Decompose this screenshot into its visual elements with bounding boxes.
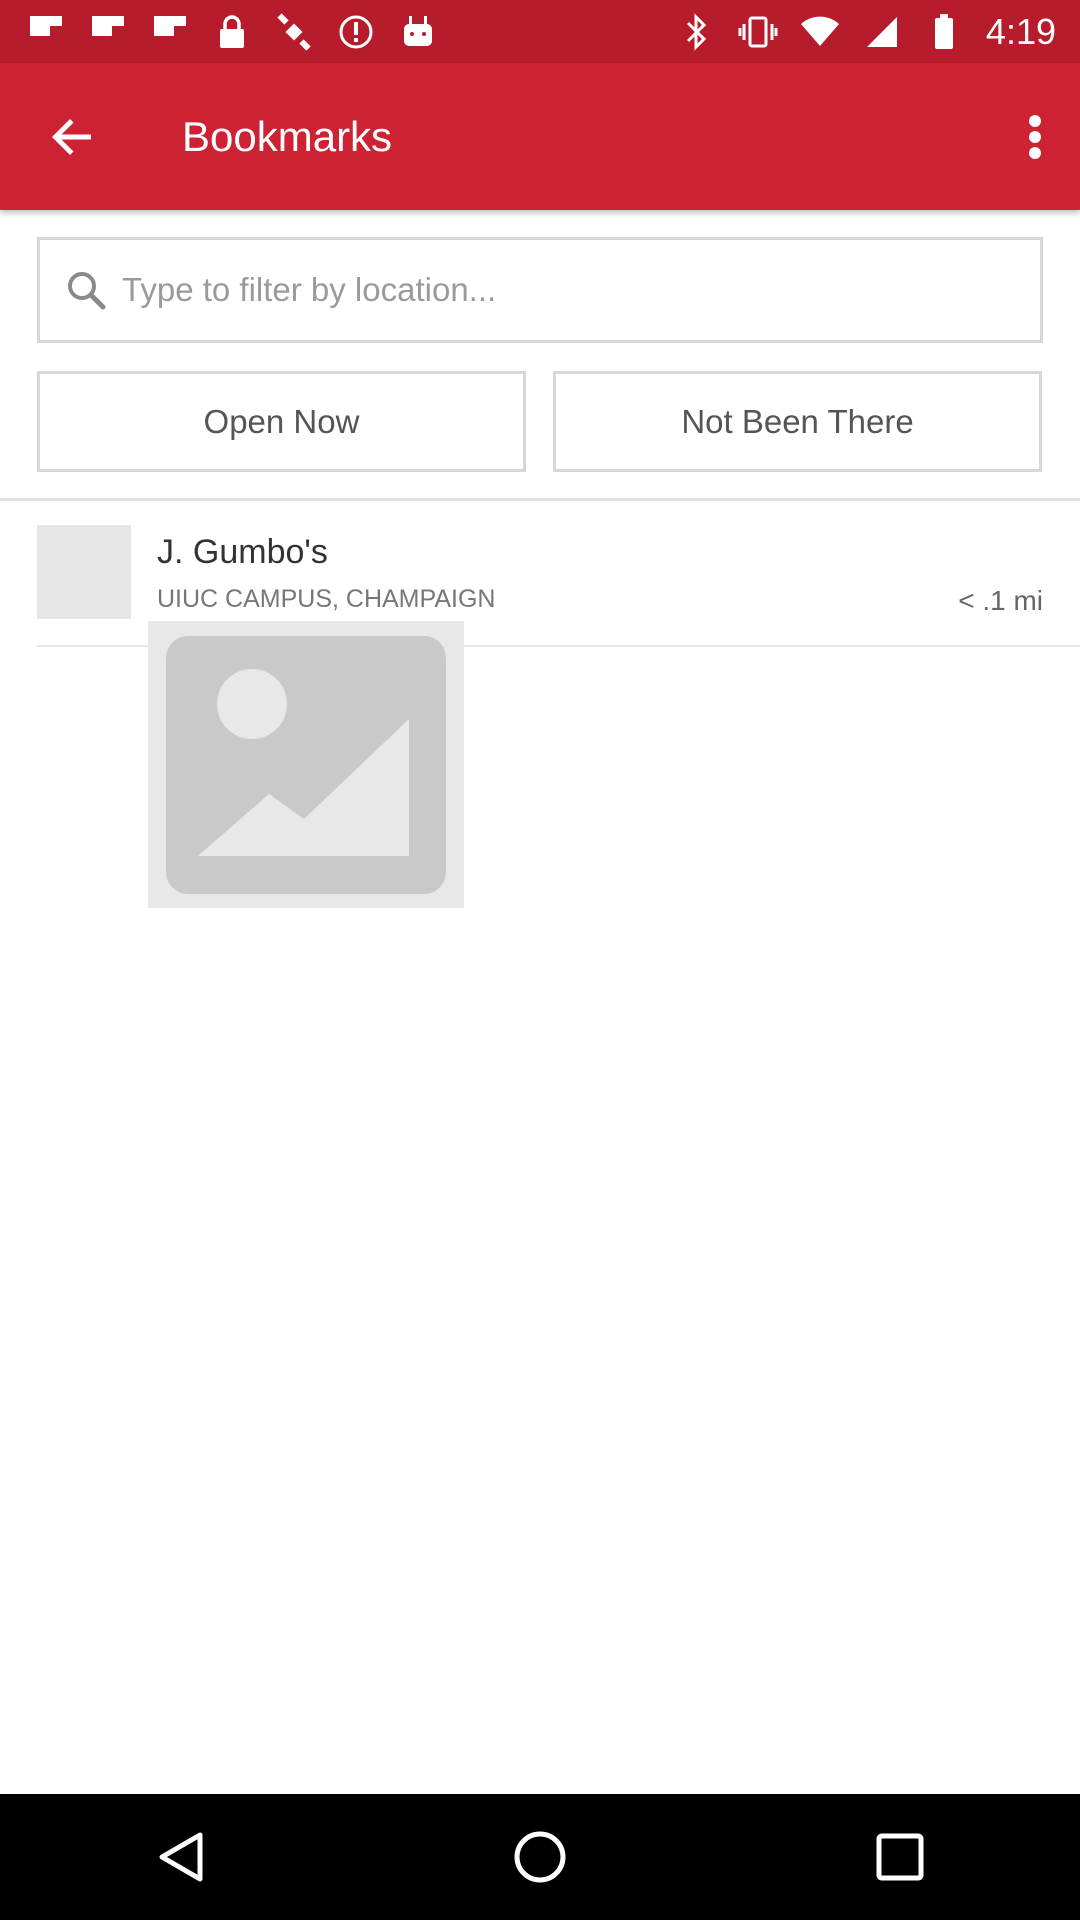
flipboard-icon xyxy=(150,12,190,52)
open-now-button[interactable]: Open Now xyxy=(37,371,526,472)
arrow-back-icon xyxy=(52,118,91,155)
vibrate-icon xyxy=(738,12,778,52)
restaurant-location: UIUC CAMPUS, CHAMPAIGN xyxy=(157,585,496,613)
image-placeholder xyxy=(148,621,464,908)
app-bar: Bookmarks xyxy=(0,63,1080,210)
square-recents-icon xyxy=(876,1833,924,1881)
location-filter-input[interactable] xyxy=(122,240,1040,340)
flipboard-icon xyxy=(26,12,66,52)
flipboard-icon xyxy=(88,12,128,52)
system-nav-bar xyxy=(0,1794,1080,1920)
bluetooth-icon xyxy=(676,12,716,52)
not-been-there-button[interactable]: Not Been There xyxy=(553,371,1042,472)
restaurant-thumbnail xyxy=(37,525,131,619)
search-icon xyxy=(64,268,108,312)
image-icon xyxy=(166,635,446,894)
status-bar: 4:19 xyxy=(0,0,1080,63)
lock-icon xyxy=(212,12,252,52)
system-icons: 4:19 xyxy=(676,11,1080,53)
more-vert-icon xyxy=(1029,114,1041,159)
android-icon xyxy=(398,12,438,52)
search-box xyxy=(37,237,1043,343)
overflow-menu-button[interactable] xyxy=(990,63,1080,210)
nav-home-button[interactable] xyxy=(480,1797,600,1917)
nav-back-button[interactable] xyxy=(120,1797,240,1917)
wifi-icon xyxy=(800,12,840,52)
battery-icon xyxy=(924,12,964,52)
restaurant-name: J. Gumbo's xyxy=(157,533,328,571)
notification-icons xyxy=(0,12,438,52)
fake-gps-icon xyxy=(274,12,314,52)
back-button[interactable] xyxy=(0,63,146,210)
triangle-back-icon xyxy=(159,1832,203,1882)
alert-icon xyxy=(336,12,376,52)
nav-recents-button[interactable] xyxy=(840,1797,960,1917)
clock: 4:19 xyxy=(985,10,1056,52)
circle-home-icon xyxy=(514,1831,566,1883)
signal-icon xyxy=(862,12,902,52)
page-title: Bookmarks xyxy=(182,112,393,160)
restaurant-distance: < .1 mi xyxy=(958,585,1043,616)
